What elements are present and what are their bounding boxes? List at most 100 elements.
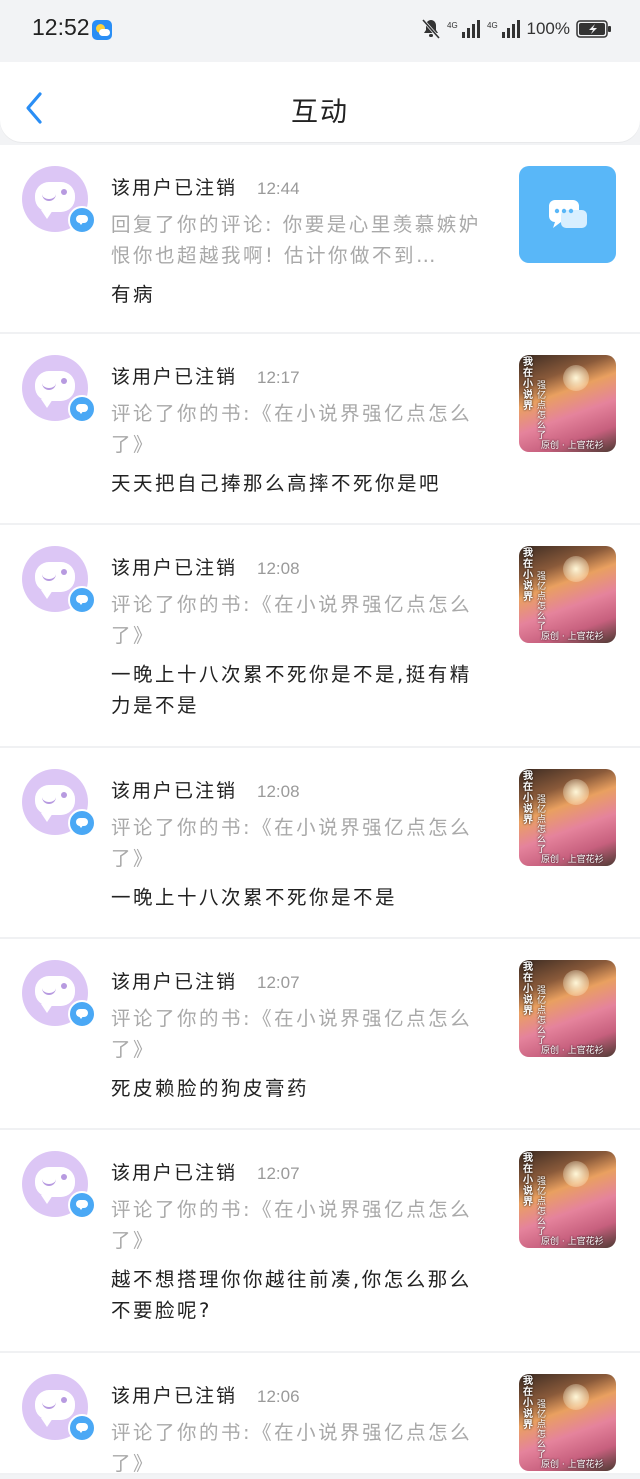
cover-glow <box>563 1384 589 1410</box>
avatar-dot <box>61 1174 67 1180</box>
timestamp: 12:17 <box>257 368 300 387</box>
user-line: 该用户已注销 12:44 <box>111 173 300 200</box>
status-bar: 12:52 4G 4G 100% <box>0 0 640 62</box>
avatar-dot <box>61 983 67 989</box>
cover-author: 原创 · 上官花衫 <box>541 632 604 642</box>
comment-content: 死皮赖脸的狗皮膏药 <box>111 1077 310 1100</box>
cover-title: 我在小说界 <box>523 357 533 412</box>
cover-subtitle: 强亿点怎么了 <box>537 572 547 632</box>
cover-title: 我在小说界 <box>523 771 533 826</box>
timestamp: 12:08 <box>257 782 300 801</box>
username[interactable]: 该用户已注销 <box>111 173 237 200</box>
notification-context: 回复了你的评论: 你要是心里羡慕嫉妒恨你也超越我啊! 估计你做不到… <box>111 213 481 267</box>
cover-subtitle: 强亿点怎么了 <box>537 381 547 441</box>
book-cover-thumbnail[interactable]: 我在小说界 强亿点怎么了 原创 · 上官花衫 <box>519 1151 616 1248</box>
notification-item[interactable]: 该用户已注销 12:08 评论了你的书:《在小说界强亿点怎么了》 一晚上十八次累… <box>0 748 640 939</box>
book-cover-thumbnail[interactable]: 我在小说界 强亿点怎么了 原创 · 上官花衫 <box>519 546 616 643</box>
username[interactable]: 该用户已注销 <box>111 362 237 389</box>
book-cover-thumbnail[interactable]: 我在小说界 强亿点怎么了 原创 · 上官花衫 <box>519 355 616 452</box>
message-badge-icon <box>68 395 96 423</box>
weather-icon <box>92 20 112 40</box>
timestamp: 12:44 <box>257 179 300 198</box>
avatar-dot <box>61 569 67 575</box>
comment-content: 越不想搭理你你越往前凑,你怎么那么不要脸呢? <box>111 1268 472 1322</box>
book-cover-thumbnail[interactable]: 我在小说界 强亿点怎么了 原创 · 上官花衫 <box>519 960 616 1057</box>
comment-content: 一晚上十八次累不死你是不是,挺有精力是不是 <box>111 663 472 717</box>
cover-title: 我在小说界 <box>523 548 533 603</box>
status-icons: 4G 4G 100% <box>421 18 612 40</box>
cover-glow <box>563 1161 589 1187</box>
notification-context: 评论了你的书:《在小说界强亿点怎么了》 <box>111 593 473 647</box>
notification-item[interactable]: 该用户已注销 12:08 评论了你的书:《在小说界强亿点怎么了》 一晚上十八次累… <box>0 525 640 748</box>
user-line: 该用户已注销 12:07 <box>111 1158 300 1185</box>
user-line: 该用户已注销 12:07 <box>111 967 300 994</box>
timestamp: 12:06 <box>257 1387 300 1406</box>
user-line: 该用户已注销 12:06 <box>111 1381 300 1408</box>
notification-context: 评论了你的书:《在小说界强亿点怎么了》 <box>111 1007 473 1061</box>
username[interactable]: 该用户已注销 <box>111 967 237 994</box>
message-badge-icon <box>68 809 96 837</box>
username[interactable]: 该用户已注销 <box>111 553 237 580</box>
book-cover-thumbnail[interactable]: 我在小说界 强亿点怎么了 原创 · 上官花衫 <box>519 1374 616 1471</box>
cover-subtitle: 强亿点怎么了 <box>537 1400 547 1460</box>
message-badge-icon <box>68 1191 96 1219</box>
notification-item[interactable]: 该用户已注销 12:44 回复了你的评论: 你要是心里羡慕嫉妒恨你也超越我啊! … <box>0 145 640 334</box>
avatar-dot <box>61 189 67 195</box>
comment-thumbnail[interactable] <box>519 166 616 263</box>
network-label-1: 4G <box>447 21 458 30</box>
timestamp: 12:08 <box>257 559 300 578</box>
username[interactable]: 该用户已注销 <box>111 1158 237 1185</box>
cover-glow <box>563 556 589 582</box>
battery-percent: 100% <box>526 19 570 38</box>
page-title: 互动 <box>291 97 349 128</box>
status-time: 12:52 <box>32 14 90 40</box>
avatar-dot <box>61 792 67 798</box>
message-badge-icon <box>68 1414 96 1442</box>
message-badge-icon <box>68 586 96 614</box>
cover-author: 原创 · 上官花衫 <box>541 855 604 865</box>
user-line: 该用户已注销 12:17 <box>111 362 300 389</box>
avatar-dot <box>61 1397 67 1403</box>
username[interactable]: 该用户已注销 <box>111 1381 237 1408</box>
avatar-dot <box>61 378 67 384</box>
message-badge-icon <box>68 1000 96 1028</box>
cover-glow <box>563 779 589 805</box>
notification-item[interactable]: 该用户已注销 12:07 评论了你的书:《在小说界强亿点怎么了》 死皮赖脸的狗皮… <box>0 939 640 1130</box>
user-line: 该用户已注销 12:08 <box>111 553 300 580</box>
cover-glow <box>563 365 589 391</box>
chat-bubbles-icon <box>549 200 587 228</box>
cover-title: 我在小说界 <box>523 962 533 1017</box>
cover-author: 原创 · 上官花衫 <box>541 1237 604 1247</box>
user-line: 该用户已注销 12:08 <box>111 776 300 803</box>
notification-item[interactable]: 该用户已注销 12:07 评论了你的书:《在小说界强亿点怎么了》 越不想搭理你你… <box>0 1130 640 1353</box>
cover-author: 原创 · 上官花衫 <box>541 441 604 451</box>
comment-content: 有病 <box>111 283 156 306</box>
timestamp: 12:07 <box>257 973 300 992</box>
notification-context: 评论了你的书:《在小说界强亿点怎么了》 <box>111 1198 473 1252</box>
notification-list[interactable]: 该用户已注销 12:44 回复了你的评论: 你要是心里羡慕嫉妒恨你也超越我啊! … <box>0 145 640 1475</box>
cover-title: 我在小说界 <box>523 1153 533 1208</box>
header: 互动 <box>0 62 640 142</box>
comment-content: 一晚上十八次累不死你是不是 <box>111 886 398 909</box>
signal-icon: 4G <box>447 20 480 38</box>
cover-subtitle: 强亿点怎么了 <box>537 1177 547 1237</box>
notification-item[interactable]: 该用户已注销 12:06 评论了你的书:《在小说界强亿点怎么了》 我在小说界 强… <box>0 1353 640 1475</box>
username[interactable]: 该用户已注销 <box>111 776 237 803</box>
cover-subtitle: 强亿点怎么了 <box>537 986 547 1046</box>
signal-icon-2: 4G <box>487 20 520 38</box>
network-label-2: 4G <box>487 21 498 30</box>
timestamp: 12:07 <box>257 1164 300 1183</box>
cover-author: 原创 · 上官花衫 <box>541 1046 604 1056</box>
notification-item[interactable]: 该用户已注销 12:17 评论了你的书:《在小说界强亿点怎么了》 天天把自己捧那… <box>0 334 640 525</box>
cover-glow <box>563 970 589 996</box>
notification-context: 评论了你的书:《在小说界强亿点怎么了》 <box>111 402 473 456</box>
cover-author: 原创 · 上官花衫 <box>541 1460 604 1470</box>
book-cover-thumbnail[interactable]: 我在小说界 强亿点怎么了 原创 · 上官花衫 <box>519 769 616 866</box>
bell-muted-icon <box>421 19 440 39</box>
cover-subtitle: 强亿点怎么了 <box>537 795 547 855</box>
battery-icon <box>576 20 611 38</box>
message-badge-icon <box>68 206 96 234</box>
comment-content: 天天把自己捧那么高摔不死你是吧 <box>111 472 442 495</box>
notification-context: 评论了你的书:《在小说界强亿点怎么了》 <box>111 1421 473 1475</box>
notification-context: 评论了你的书:《在小说界强亿点怎么了》 <box>111 816 473 870</box>
